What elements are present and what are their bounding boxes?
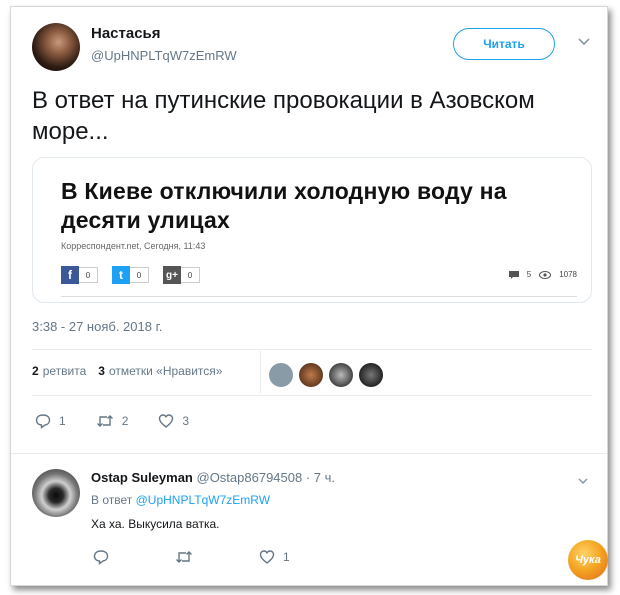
share-count: 0 bbox=[130, 267, 149, 283]
comment-icon bbox=[508, 270, 519, 279]
twitter-icon: t bbox=[112, 266, 130, 284]
retweet-icon bbox=[176, 551, 192, 563]
share-count: 0 bbox=[181, 267, 200, 283]
embed-stats: 5 1078 bbox=[508, 270, 577, 279]
share-facebook: f 0 bbox=[61, 266, 98, 284]
heart-icon bbox=[259, 550, 275, 564]
retweet-stat[interactable]: 2 ретвита bbox=[32, 364, 86, 378]
embedded-image[interactable]: В Киеве отключили холодную воду на десят… bbox=[32, 157, 592, 303]
liker-avatar[interactable] bbox=[329, 363, 353, 387]
reply-author-handle[interactable]: @Ostap86794508 bbox=[197, 470, 303, 485]
liker-avatar[interactable] bbox=[299, 363, 323, 387]
google-plus-icon: g+ bbox=[163, 266, 181, 284]
retweet-icon bbox=[96, 415, 113, 427]
reply-icon bbox=[35, 414, 51, 429]
share-twitter: t 0 bbox=[112, 266, 149, 284]
heart-icon bbox=[159, 414, 174, 428]
divider bbox=[32, 395, 592, 396]
site-logo: Чука bbox=[568, 540, 608, 580]
reply-time[interactable]: · 7 ч. bbox=[306, 470, 335, 485]
eye-icon bbox=[539, 270, 552, 279]
reply-reply-button[interactable] bbox=[93, 549, 117, 565]
reply-author[interactable]: Ostap Suleyman @Ostap86794508 · 7 ч. bbox=[91, 470, 335, 485]
likers-avatars bbox=[269, 363, 383, 387]
reply-actions: 1 bbox=[93, 549, 320, 565]
reply-author-avatar[interactable] bbox=[32, 469, 80, 517]
like-stat[interactable]: 3 отметки «Нравится» bbox=[98, 364, 222, 378]
liker-avatar[interactable] bbox=[269, 363, 293, 387]
embed-comments: 5 bbox=[526, 270, 532, 279]
chevron-down-icon[interactable] bbox=[577, 35, 591, 49]
tweet-text: В ответ на путинские провокации в Азовск… bbox=[32, 87, 535, 145]
reply-text: Ха ха. Выкусила ватка. bbox=[91, 517, 220, 531]
embed-headline: В Киеве отключили холодную воду на десят… bbox=[61, 178, 507, 233]
reply-button[interactable]: 1 bbox=[35, 413, 66, 429]
in-reply-to: В ответ @UpHNPLTqW7zEmRW bbox=[91, 493, 271, 507]
embed-views: 1078 bbox=[559, 270, 577, 279]
author-handle[interactable]: @UpHNPLTqW7zEmRW bbox=[91, 48, 237, 63]
embed-meta: Корреспондент.net, Сегодня, 11:43 bbox=[61, 241, 206, 251]
share-count: 0 bbox=[79, 267, 98, 283]
liker-avatar[interactable] bbox=[359, 363, 383, 387]
tweet-timestamp[interactable]: 3:38 - 27 нояб. 2018 г. bbox=[32, 319, 162, 334]
engagement-stats: 2 ретвита 3 отметки «Нравится» bbox=[32, 364, 222, 378]
share-buttons: f 0 t 0 g+ 0 bbox=[61, 266, 200, 284]
facebook-icon: f bbox=[61, 266, 79, 284]
reply-retweet-button[interactable] bbox=[175, 549, 201, 565]
retweet-button[interactable]: 2 bbox=[96, 413, 128, 429]
in-reply-to-link[interactable]: @UpHNPLTqW7zEmRW bbox=[136, 493, 270, 507]
tweet-actions: 1 2 3 bbox=[35, 413, 219, 429]
stats-separator bbox=[260, 351, 261, 393]
reply-like-button[interactable]: 1 bbox=[259, 549, 290, 565]
follow-button[interactable]: Читать bbox=[453, 28, 555, 60]
share-google-plus: g+ 0 bbox=[163, 266, 200, 284]
reply-icon bbox=[93, 550, 109, 565]
divider bbox=[11, 453, 607, 454]
chevron-down-icon[interactable] bbox=[577, 475, 589, 487]
reply-author-name[interactable]: Ostap Suleyman bbox=[91, 470, 193, 485]
author-avatar[interactable] bbox=[32, 23, 80, 71]
divider bbox=[32, 349, 592, 350]
like-button[interactable]: 3 bbox=[158, 413, 189, 429]
embed-divider bbox=[61, 296, 577, 297]
author-name[interactable]: Настасья bbox=[91, 25, 161, 42]
tweet-card: Настасья @UpHNPLTqW7zEmRW Читать В ответ… bbox=[10, 6, 608, 586]
